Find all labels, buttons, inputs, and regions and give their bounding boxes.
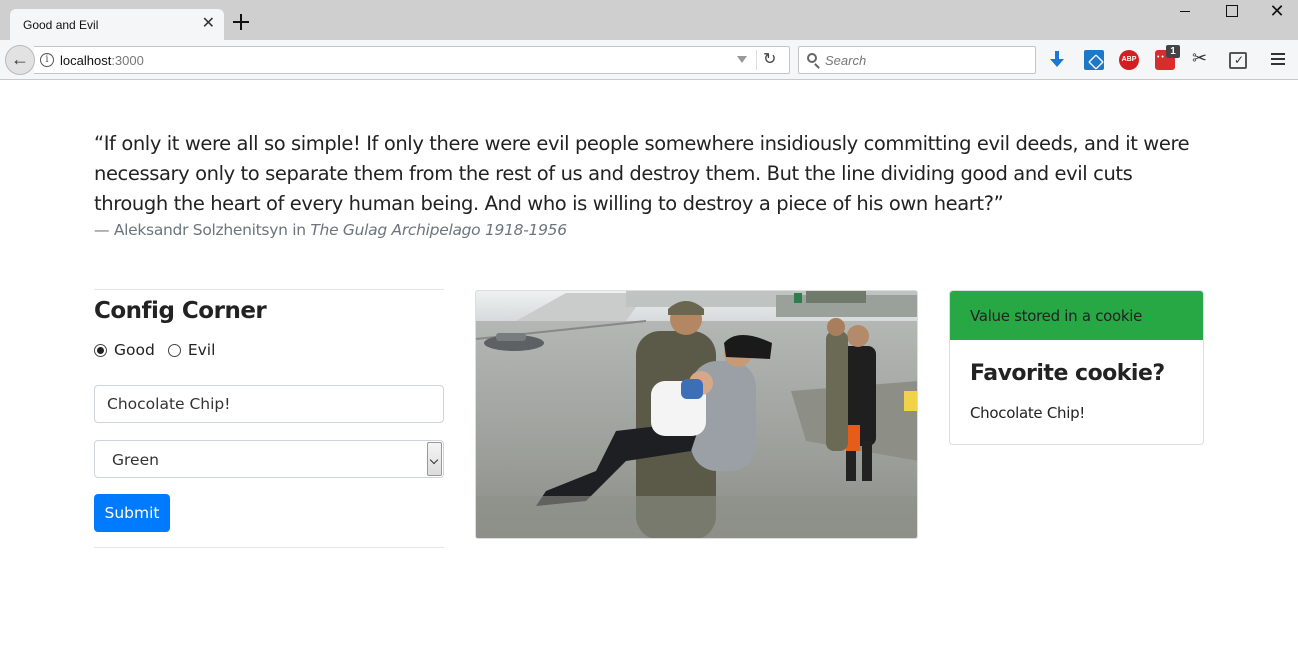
color-select[interactable]: Green xyxy=(94,440,444,478)
navigation-bar: i localhost:3000 ↻ ← ABP xyxy=(0,40,1298,80)
photo-illustration xyxy=(476,291,917,538)
browser-tab[interactable]: Good and Evil ✕ xyxy=(10,9,224,40)
quote-source: The Gulag Archipelago 1918-1956 xyxy=(310,221,567,239)
back-icon[interactable]: ← xyxy=(5,45,35,75)
cookie-input[interactable] xyxy=(94,385,444,423)
config-title: Config Corner xyxy=(94,298,267,324)
download-icon[interactable] xyxy=(1047,50,1067,70)
alignment-radio-group: Good Evil xyxy=(94,341,228,359)
card-title: Favorite cookie? xyxy=(970,361,1165,386)
search-icon xyxy=(807,53,817,63)
address-bar[interactable]: i localhost:3000 ↻ xyxy=(34,46,790,74)
extension-badge: 1 xyxy=(1166,45,1180,58)
radio-evil[interactable] xyxy=(167,343,181,357)
search-bar[interactable] xyxy=(798,46,1036,74)
minimize-icon[interactable] xyxy=(1162,2,1208,20)
tab-close-icon[interactable]: ✕ xyxy=(202,16,215,32)
config-corner: Config Corner Good Evil Green Submit xyxy=(94,289,444,548)
new-tab-icon[interactable] xyxy=(232,13,250,31)
tab-title: Good and Evil xyxy=(23,18,99,32)
url-host: localhost xyxy=(60,53,112,68)
reload-icon[interactable]: ↻ xyxy=(763,49,776,69)
url-text: localhost:3000 xyxy=(60,53,144,68)
quote-text: “If only it were all so simple! If only … xyxy=(94,132,1190,215)
card-header: Value stored in a cookie xyxy=(950,291,1203,340)
cookie-card: Value stored in a cookie Favorite cookie… xyxy=(949,290,1204,445)
rescue-photo xyxy=(475,290,918,539)
search-input[interactable] xyxy=(825,50,1030,70)
info-icon[interactable]: i xyxy=(40,53,54,67)
radio-good-label[interactable]: Good xyxy=(114,341,155,359)
checklist-icon[interactable] xyxy=(1227,50,1247,70)
url-port: :3000 xyxy=(111,53,144,68)
radio-good[interactable] xyxy=(94,343,107,357)
dropdown-icon[interactable] xyxy=(737,56,747,63)
radio-evil-label[interactable]: Evil xyxy=(188,341,216,359)
extension-icon[interactable] xyxy=(1084,50,1104,70)
maximize-icon[interactable] xyxy=(1208,2,1254,20)
divider xyxy=(756,50,757,70)
color-select-value: Green xyxy=(112,451,159,469)
tab-bar: Good and Evil ✕ ✕ xyxy=(0,0,1298,40)
scissors-icon[interactable] xyxy=(1191,48,1211,70)
quote-author: — Aleksandr Solzhenitsyn in xyxy=(94,221,311,239)
submit-button[interactable]: Submit xyxy=(94,494,170,532)
adblock-icon[interactable]: ABP xyxy=(1119,50,1139,70)
page-content: “If only it were all so simple! If only … xyxy=(0,81,1298,648)
menu-icon[interactable] xyxy=(1268,50,1288,70)
chevron-down-icon[interactable] xyxy=(427,442,442,476)
window-close-icon[interactable]: ✕ xyxy=(1254,2,1298,20)
card-text: Chocolate Chip! xyxy=(970,404,1086,422)
quote-attribution: — Aleksandr Solzhenitsyn in The Gulag Ar… xyxy=(94,221,567,239)
